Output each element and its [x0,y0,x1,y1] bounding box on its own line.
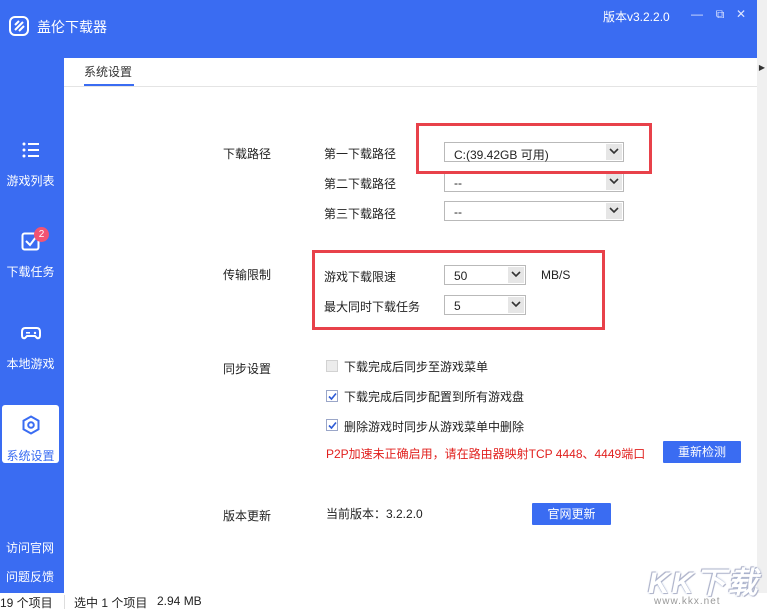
item-count: 19 个项目 [0,596,53,610]
current-version-text: 当前版本：3.2.2.0 [326,507,423,521]
section-transfer-limit: 传输限制 [223,268,272,282]
sync-config-checkbox[interactable] [326,390,338,402]
second-path-label: 第二下载路径 [324,177,397,191]
sidebar-item-system-settings[interactable]: 系统设置 [2,405,59,463]
sync-delete-checkbox[interactable] [326,419,338,431]
scroll-arrow-icon[interactable]: ▶ [757,62,767,74]
highlight-box-download-path [416,123,652,174]
chevron-down-icon[interactable] [606,174,622,190]
sidebar-item-label: 下载任务 [6,265,55,279]
sync-config-label: 下载完成后同步配置到所有游戏盘 [344,390,525,404]
highlight-box-transfer-limit [312,250,605,330]
section-download-path: 下载路径 [223,147,272,161]
maximize-button[interactable]: ⧉ [712,6,728,22]
sidebar-item-label: 系统设置 [6,449,55,463]
app-title: 盖伦下载器 [37,19,107,35]
download-count-badge: 2 [34,227,49,242]
tab-system-settings[interactable]: 系统设置 [84,63,132,80]
minimize-button[interactable]: — [689,6,705,22]
selected-size: 2.94 MB [157,594,202,608]
sidebar-item-game-list[interactable]: 游戏列表 [2,140,59,226]
gamepad-icon [21,327,41,340]
sidebar-item-download-tasks[interactable]: 2 下载任务 [2,227,59,317]
version-label: 版本v3.2.2.0 [603,10,670,24]
settings-icon [22,415,40,435]
status-divider [64,595,65,609]
first-path-label: 第一下载路径 [324,147,397,161]
list-icon [22,142,39,158]
select-value: -- [454,176,462,190]
sync-menu-checkbox[interactable] [326,360,338,372]
feedback-link[interactable]: 问题反馈 [6,568,54,585]
p2p-warning-text: P2P加速未正确启用，请在路由器映射TCP 4448、4449端口 [326,447,646,461]
watermark-url: www.kkx.net [654,596,721,607]
app-logo-icon [9,16,29,36]
sidebar-item-label: 本地游戏 [6,357,55,371]
sync-menu-label: 下载完成后同步至游戏菜单 [344,360,489,374]
second-path-select[interactable]: -- [444,172,624,192]
app-window: 盖伦下载器 版本v3.2.2.0 — ⧉ ✕ 游戏列表 2 下载任务 本地游戏 … [0,0,767,611]
vertical-scrollbar[interactable]: ▶ [757,0,767,593]
selected-count: 选中 1 个项目 [74,596,148,610]
checkmark-icon [328,421,337,430]
tab-divider [64,86,757,87]
sidebar-item-local-games[interactable]: 本地游戏 [2,323,59,409]
official-site-link[interactable]: 访问官网 [6,539,54,556]
official-update-button[interactable]: 官网更新 [532,503,611,525]
recheck-button[interactable]: 重新检测 [663,441,741,463]
third-path-label: 第三下载路径 [324,207,397,221]
section-version-update: 版本更新 [223,509,272,523]
third-path-select[interactable]: -- [444,201,624,221]
section-sync: 同步设置 [223,362,272,376]
close-button[interactable]: ✕ [733,6,749,22]
chevron-down-icon[interactable] [606,203,622,219]
sidebar-item-label: 游戏列表 [6,174,55,188]
sidebar: 游戏列表 2 下载任务 本地游戏 系统设置 访问官网 问题反馈 [0,58,64,593]
checkmark-icon [328,392,337,401]
select-value: -- [454,205,462,219]
title-bar: 盖伦下载器 版本v3.2.2.0 — ⧉ ✕ [0,0,757,58]
watermark-logo: KK下载 www.kkx.net [648,558,766,610]
sync-delete-label: 删除游戏时同步从游戏菜单中删除 [344,420,525,434]
